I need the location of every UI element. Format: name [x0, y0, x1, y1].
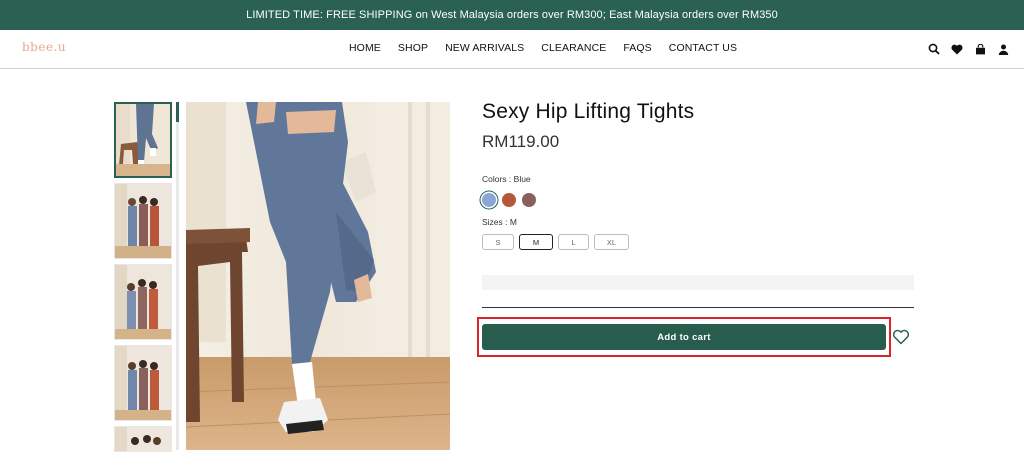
colors-label: Colors : Blue: [482, 174, 531, 184]
header-icons: [926, 41, 1011, 57]
thumbnail-5[interactable]: [114, 426, 172, 452]
search-icon[interactable]: [926, 41, 942, 57]
thumbnail-scrollbar-thumb[interactable]: [176, 102, 179, 122]
nav-home[interactable]: HOME: [349, 42, 381, 54]
heart-icon[interactable]: [949, 41, 965, 57]
color-swatches: [482, 193, 914, 207]
nav-clearance[interactable]: CLEARANCE: [541, 42, 606, 54]
divider: [482, 307, 914, 308]
size-options: S M L XL: [482, 234, 914, 250]
color-swatch-mauve[interactable]: [522, 193, 536, 207]
announcement-bar: LIMITED TIME: FREE SHIPPING on West Mala…: [0, 0, 1024, 30]
size-option-s[interactable]: S: [482, 234, 514, 250]
brand-logo[interactable]: bbee.u: [22, 40, 66, 54]
announcement-text: LIMITED TIME: FREE SHIPPING on West Mala…: [246, 9, 778, 21]
main-nav: HOME SHOP NEW ARRIVALS CLEARANCE FAQS CO…: [349, 42, 754, 54]
thumbnail-3[interactable]: [114, 264, 172, 340]
size-option-m[interactable]: M: [519, 234, 553, 250]
sizes-label: Sizes : M: [482, 217, 517, 227]
nav-contact-us[interactable]: CONTACT US: [669, 42, 737, 54]
thumbnail-1[interactable]: [114, 102, 172, 178]
bag-icon[interactable]: [972, 41, 988, 57]
product-details: Sexy Hip Lifting Tights RM119.00 Colors …: [482, 100, 914, 250]
add-to-cart-button[interactable]: Add to cart: [482, 324, 886, 350]
size-option-l[interactable]: L: [558, 234, 589, 250]
thumbnail-2[interactable]: [114, 183, 172, 259]
main-product-image[interactable]: [186, 102, 450, 450]
thumbnail-4[interactable]: [114, 345, 172, 421]
site-header: bbee.u HOME SHOP NEW ARRIVALS CLEARANCE …: [0, 30, 1024, 69]
nav-new-arrivals[interactable]: NEW ARRIVALS: [445, 42, 524, 54]
thumbnail-scrollbar[interactable]: [176, 102, 179, 450]
color-swatch-rust[interactable]: [502, 193, 516, 207]
account-icon[interactable]: [995, 41, 1011, 57]
size-option-xl[interactable]: XL: [594, 234, 629, 250]
nav-faqs[interactable]: FAQS: [623, 42, 651, 54]
nav-shop[interactable]: SHOP: [398, 42, 428, 54]
product-price: RM119.00: [482, 132, 560, 151]
wishlist-heart-icon[interactable]: [892, 328, 910, 346]
product-title: Sexy Hip Lifting Tights: [482, 100, 695, 123]
thumbnail-list: [114, 102, 172, 457]
variant-info-bar: [482, 275, 914, 290]
color-swatch-blue[interactable]: [482, 193, 496, 207]
